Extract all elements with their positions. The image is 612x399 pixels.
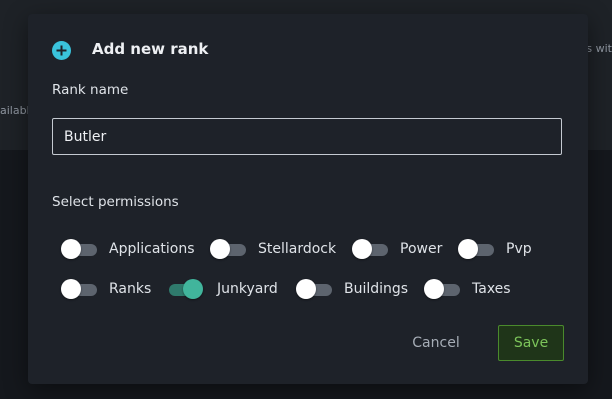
permissions-label: Select permissions (52, 194, 179, 210)
permission-label: Applications (109, 241, 195, 257)
save-button[interactable]: Save (498, 325, 564, 361)
cancel-button[interactable]: Cancel (400, 325, 472, 361)
toggle-switch[interactable] (61, 239, 97, 259)
background-text-left: ailabl (0, 104, 30, 117)
permission-toggle-applications[interactable]: Applications (61, 237, 195, 261)
rank-name-input[interactable] (52, 118, 562, 155)
permission-label: Pvp (506, 241, 532, 257)
permission-label: Stellardock (258, 241, 337, 257)
permission-label: Buildings (344, 281, 409, 297)
toggle-switch[interactable] (424, 279, 460, 299)
toggle-switch[interactable] (61, 279, 97, 299)
permission-label: Ranks (109, 281, 152, 297)
permission-toggle-ranks[interactable]: Ranks (61, 277, 151, 301)
rank-name-label: Rank name (52, 82, 129, 98)
permission-label: Power (400, 241, 443, 257)
toggle-switch[interactable] (458, 239, 494, 259)
permission-toggle-stellardock[interactable]: Stellardock (210, 237, 336, 261)
toggle-switch[interactable] (169, 279, 205, 299)
permission-toggle-taxes[interactable]: Taxes (424, 277, 511, 301)
toggle-switch[interactable] (296, 279, 332, 299)
toggle-switch[interactable] (210, 239, 246, 259)
permission-toggle-power[interactable]: Power (352, 237, 442, 261)
permission-label: Junkyard (217, 281, 278, 297)
permission-toggle-pvp[interactable]: Pvp (458, 237, 532, 261)
permission-toggle-junkyard[interactable]: Junkyard (169, 277, 278, 301)
plus-circle-icon (52, 41, 71, 60)
add-rank-dialog: Add new rank Rank name Select permission… (28, 14, 588, 384)
toggle-switch[interactable] (352, 239, 388, 259)
permission-toggle-buildings[interactable]: Buildings (296, 277, 408, 301)
background-text-right: s wit (586, 42, 612, 55)
permission-label: Taxes (472, 281, 511, 297)
dialog-title: Add new rank (92, 40, 209, 58)
